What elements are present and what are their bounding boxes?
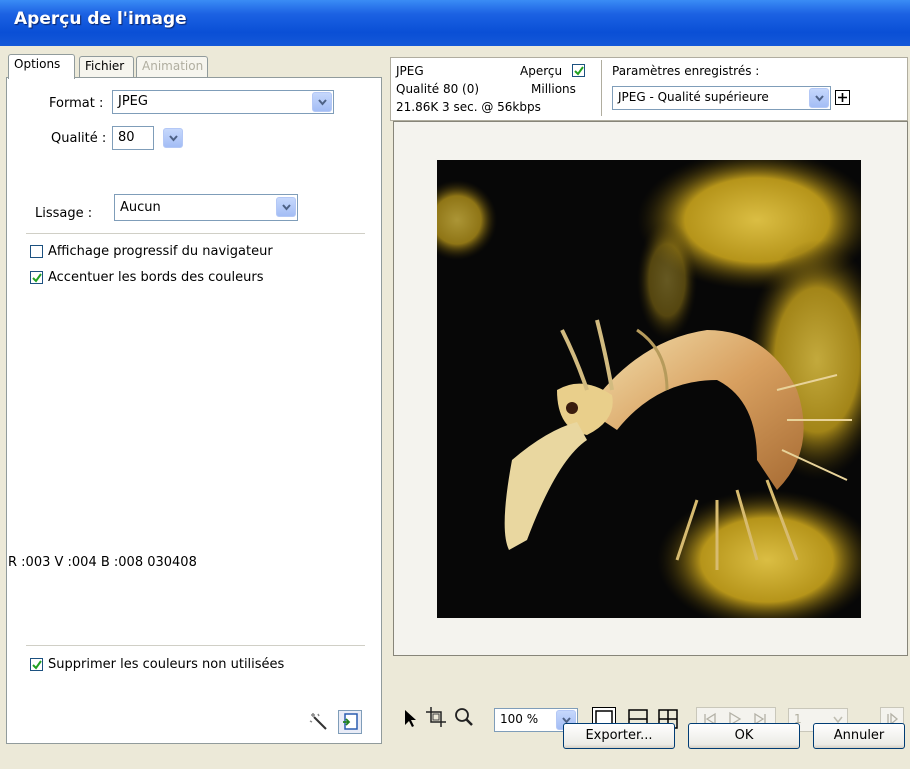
- options-panel: [6, 77, 382, 744]
- magic-wand-icon[interactable]: [308, 711, 332, 735]
- export-wizard-icon[interactable]: [338, 710, 362, 734]
- saved-settings-label: Paramètres enregistrés :: [612, 64, 760, 78]
- divider: [601, 60, 602, 116]
- zoom-value: 100 %: [500, 712, 539, 726]
- checkmark-icon: [32, 273, 42, 283]
- tab-options[interactable]: Options: [8, 54, 75, 79]
- tab-animation: Animation: [136, 56, 208, 78]
- cancel-button-label: Annuler: [833, 728, 885, 743]
- saved-settings-value: JPEG - Qualité supérieure: [618, 90, 769, 104]
- format-label: Format :: [49, 96, 104, 111]
- chevron-down-icon[interactable]: [312, 92, 332, 112]
- pointer-icon[interactable]: [397, 706, 421, 730]
- quality-value: 80: [118, 130, 135, 145]
- chevron-down-icon: [169, 135, 178, 142]
- smoothing-select[interactable]: Aucun: [114, 194, 298, 221]
- format-select[interactable]: JPEG: [112, 90, 334, 114]
- preview-format: JPEG: [396, 64, 424, 78]
- export-button[interactable]: Exporter...: [563, 723, 675, 749]
- image-preview-dialog: Aperçu de l'image Options Fichier Animat…: [0, 0, 910, 769]
- tab-options-label: Options: [14, 57, 61, 71]
- export-button-label: Exporter...: [585, 728, 653, 743]
- progressive-label: Affichage progressif du navigateur: [48, 244, 273, 259]
- zoom-icon[interactable]: [452, 705, 476, 729]
- quality-label: Qualité :: [51, 131, 107, 146]
- preview-image: [437, 160, 861, 618]
- sharpen-label: Accentuer les bords des couleurs: [48, 270, 264, 285]
- tab-file-label: Fichier: [85, 59, 125, 73]
- color-readout: R :003 V :004 B :008 030408: [8, 555, 197, 570]
- remove-unused-label: Supprimer les couleurs non utilisées: [48, 657, 285, 672]
- preview-quality: Qualité 80 (0): [396, 82, 480, 96]
- preview-size: 21.86K 3 sec. @ 56kbps: [396, 100, 541, 114]
- smoothing-label: Lissage :: [35, 206, 93, 221]
- preview-checkbox[interactable]: [572, 64, 585, 77]
- crop-icon[interactable]: [424, 705, 448, 729]
- chevron-down-icon[interactable]: [809, 88, 829, 108]
- window-title: Aperçu de l'image: [14, 9, 187, 29]
- preview-colors: Millions: [531, 82, 576, 96]
- tab-animation-label: Animation: [142, 59, 204, 73]
- chevron-down-icon[interactable]: [276, 197, 296, 217]
- tab-file[interactable]: Fichier: [79, 56, 134, 78]
- checkmark-icon: [574, 66, 584, 76]
- quality-field[interactable]: 80: [112, 126, 154, 150]
- format-value: JPEG: [118, 94, 148, 109]
- ok-button-label: OK: [734, 728, 754, 743]
- smoothing-value: Aucun: [120, 200, 161, 215]
- cancel-button[interactable]: Annuler: [813, 723, 905, 749]
- saved-settings-select[interactable]: JPEG - Qualité supérieure: [612, 86, 831, 110]
- add-icon[interactable]: [835, 90, 850, 105]
- preview-toggle-label: Aperçu: [520, 64, 563, 78]
- sharpen-checkbox[interactable]: [30, 271, 43, 284]
- divider: [26, 233, 365, 234]
- ok-button[interactable]: OK: [688, 723, 800, 749]
- checkmark-icon: [32, 660, 42, 670]
- divider: [26, 645, 365, 646]
- title-bar[interactable]: Aperçu de l'image: [0, 0, 910, 46]
- quality-slider-button[interactable]: [163, 128, 183, 148]
- progressive-checkbox[interactable]: [30, 245, 43, 258]
- remove-unused-checkbox[interactable]: [30, 658, 43, 671]
